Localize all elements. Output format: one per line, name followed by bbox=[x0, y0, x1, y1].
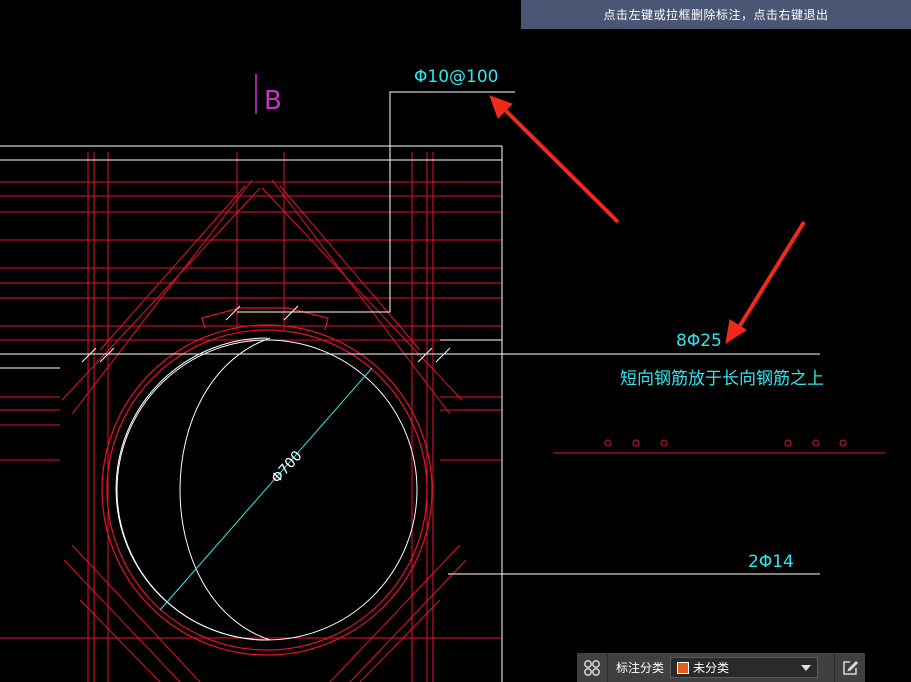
rebar-grid bbox=[0, 152, 502, 682]
edit-icon[interactable] bbox=[834, 653, 865, 682]
bar-detail bbox=[553, 439, 885, 454]
rebar-note-annotation[interactable]: 短向钢筋放于长向钢筋之上 bbox=[620, 369, 824, 389]
category-select[interactable]: 未分类 bbox=[670, 657, 819, 678]
category-label: 标注分类 bbox=[616, 661, 665, 675]
annotation-toolbar: 标注分类 未分类 bbox=[577, 653, 865, 682]
bottom-bar-annotation[interactable]: 2Φ14 bbox=[748, 552, 794, 572]
layers-icon[interactable] bbox=[577, 653, 608, 682]
section-mark-label: B bbox=[264, 86, 282, 116]
status-hint-bar: 点击左键或拉框删除标注，点击右键退出 bbox=[521, 0, 911, 29]
stirrup-annotation[interactable]: Φ10@100 bbox=[414, 67, 498, 87]
category-color-swatch bbox=[677, 661, 690, 674]
long-bar-annotation[interactable]: 8Φ25 bbox=[676, 331, 722, 351]
category-selected-value: 未分类 bbox=[693, 661, 730, 675]
chevron-down-icon bbox=[801, 664, 812, 671]
pointer-arrows bbox=[489, 95, 806, 345]
circular-stirrups bbox=[101, 307, 433, 656]
diameter-label: Φ700 bbox=[268, 448, 305, 487]
status-hint-text: 点击左键或拉框删除标注，点击右键退出 bbox=[603, 8, 829, 22]
diameter-line bbox=[159, 367, 373, 611]
cad-drawing-canvas[interactable]: Φ700 B Φ10@100 8Φ25 短向钢筋放于长向钢筋之上 2Φ14 bbox=[0, 0, 911, 682]
